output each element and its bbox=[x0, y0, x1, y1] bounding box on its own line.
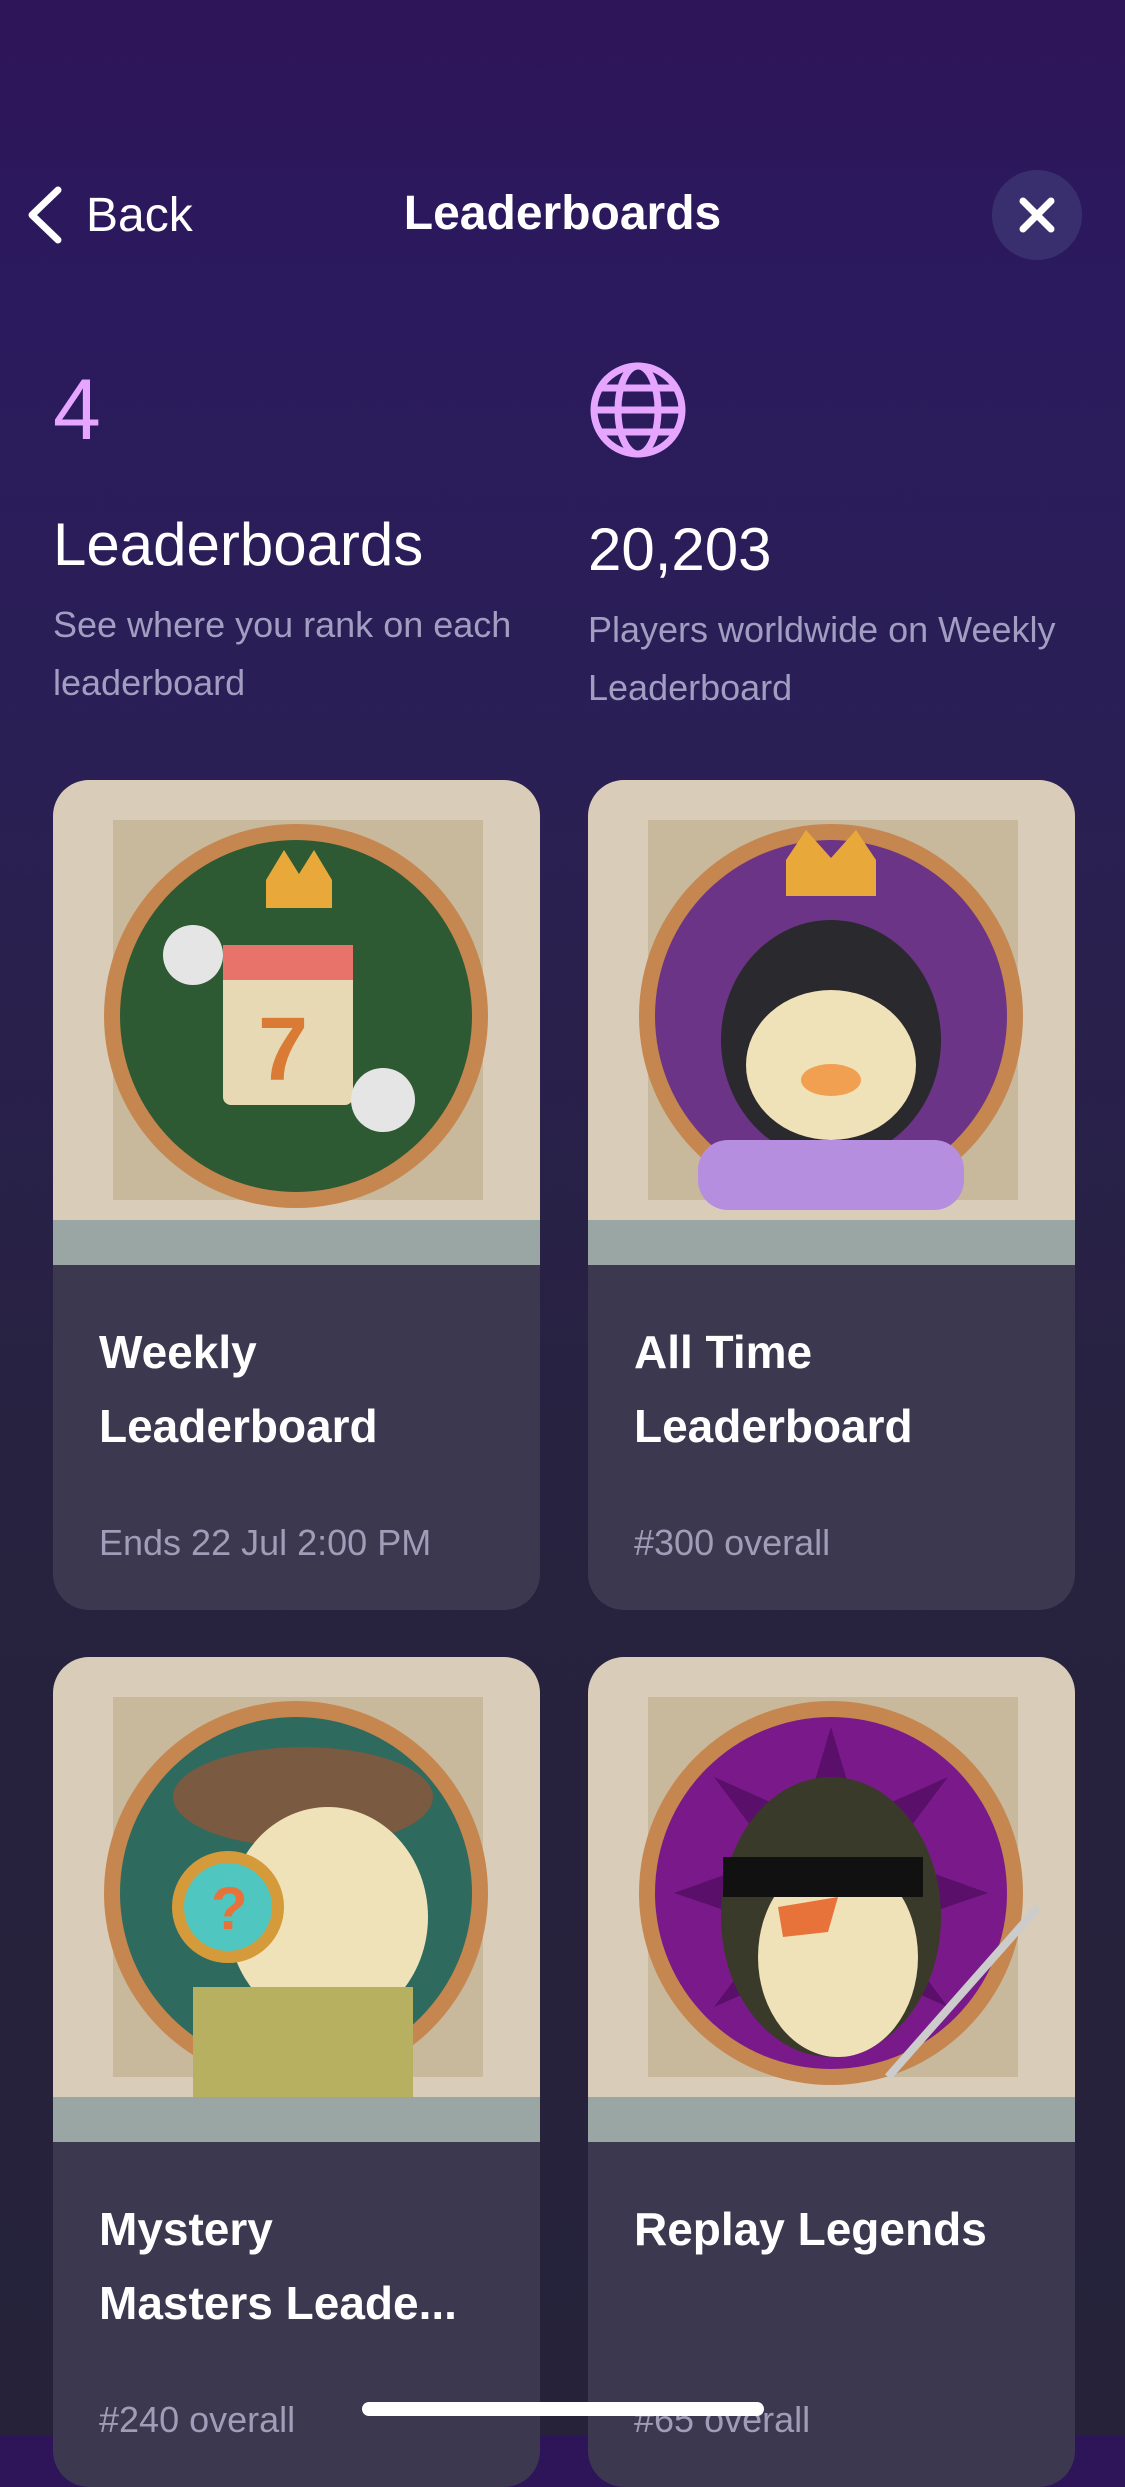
leaderboard-count-label: Leaderboards bbox=[53, 511, 424, 578]
all-time-badge-image bbox=[588, 780, 1075, 1265]
home-indicator[interactable] bbox=[362, 2402, 764, 2416]
players-worldwide-stat: 20,203 Players worldwide on Weekly Leade… bbox=[588, 360, 1058, 717]
mystery-badge-image: ? bbox=[53, 1657, 540, 2142]
card-mystery-masters[interactable]: ? Mystery Masters Leade... #240 overall bbox=[53, 1657, 540, 2487]
nav-bar: Back Leaderboards bbox=[0, 150, 1125, 275]
card-title: Replay Legends bbox=[634, 2203, 987, 2255]
replay-badge-image bbox=[588, 1657, 1075, 2142]
svg-text:7: 7 bbox=[258, 1000, 308, 1100]
svg-text:?: ? bbox=[211, 1875, 248, 1942]
card-title: All Time Leaderboard bbox=[634, 1326, 913, 1452]
card-replay-legends[interactable]: Replay Legends #65 overall bbox=[588, 1657, 1075, 2487]
close-button[interactable] bbox=[992, 170, 1082, 260]
page-title: Leaderboards bbox=[403, 187, 722, 240]
card-title: Weekly Leaderboard bbox=[99, 1326, 378, 1452]
card-subtitle: #240 overall bbox=[99, 2399, 296, 2440]
globe-icon bbox=[590, 362, 686, 458]
card-weekly-leaderboard[interactable]: 7 Weekly Leaderboard Ends 22 Jul 2:00 PM bbox=[53, 780, 540, 1610]
players-count: 20,203 bbox=[588, 516, 772, 583]
card-title: Mystery Masters Leade... bbox=[99, 2203, 457, 2329]
card-subtitle: Ends 22 Jul 2:00 PM bbox=[99, 1522, 432, 1563]
card-subtitle: #300 overall bbox=[634, 1522, 831, 1563]
close-icon bbox=[1019, 197, 1055, 233]
players-subtitle: Players worldwide on Weekly Leaderboard bbox=[588, 609, 1056, 708]
leaderboard-count-subtitle: See where you rank on each leaderboard bbox=[53, 604, 512, 703]
leaderboard-count: 4 bbox=[53, 362, 101, 458]
weekly-badge-image: 7 bbox=[53, 780, 540, 1265]
leaderboard-count-stat: 4 Leaderboards See where you rank on eac… bbox=[53, 360, 523, 712]
card-all-time-leaderboard[interactable]: All Time Leaderboard #300 overall bbox=[588, 780, 1075, 1610]
